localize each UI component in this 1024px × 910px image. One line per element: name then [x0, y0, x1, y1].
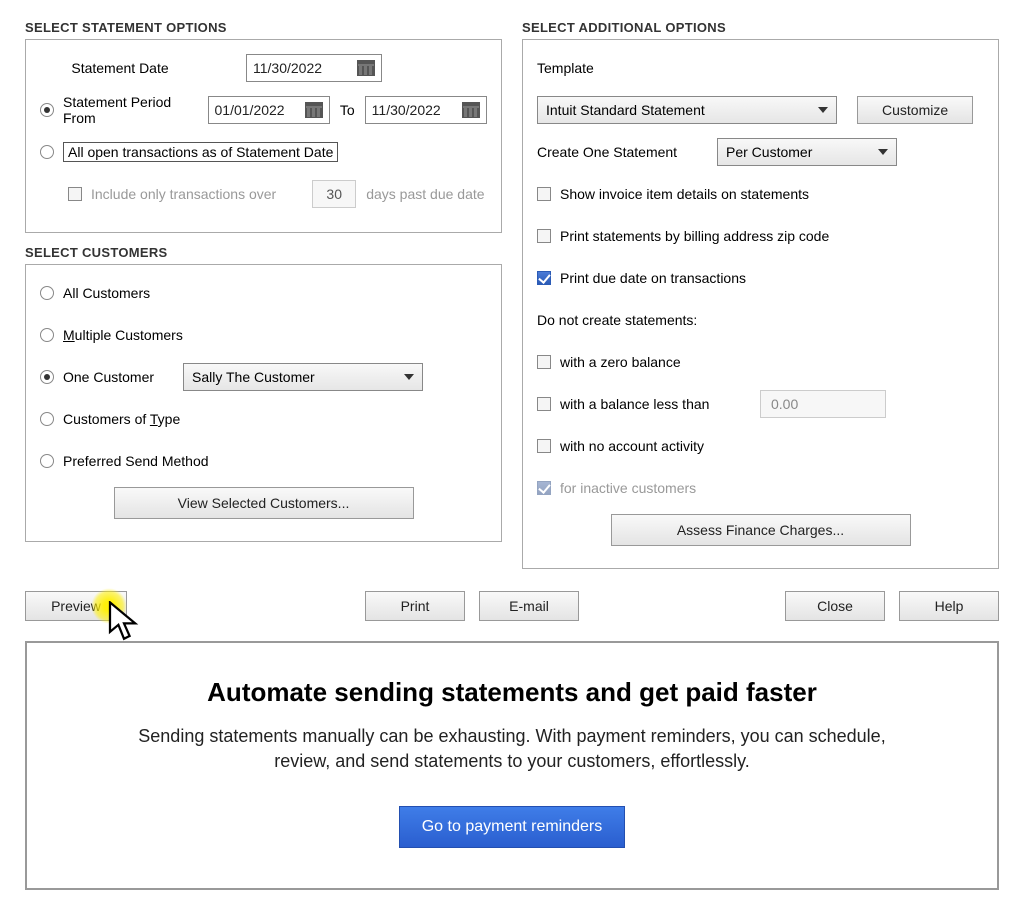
include-only-post: days past due date — [366, 186, 484, 202]
close-button[interactable]: Close — [785, 591, 885, 621]
statement-date-value: 11/30/2022 — [253, 60, 322, 76]
check-include-only — [68, 187, 82, 201]
no-activity-label: with no account activity — [560, 438, 704, 454]
all-open-label: All open transactions as of Statement Da… — [63, 142, 338, 162]
go-to-payment-reminders-button[interactable]: Go to payment reminders — [399, 806, 626, 848]
promo-headline: Automate sending statements and get paid… — [207, 677, 817, 708]
chevron-down-icon — [878, 149, 888, 155]
print-button[interactable]: Print — [365, 591, 465, 621]
check-print-due-date[interactable] — [537, 271, 551, 285]
action-row: Preview Print E-mail Close Help — [25, 591, 999, 621]
show-invoice-label: Show invoice item details on statements — [560, 186, 809, 202]
preferred-send-label: Preferred Send Method — [63, 453, 209, 469]
to-label: To — [340, 102, 355, 118]
calendar-icon[interactable] — [305, 102, 323, 118]
view-selected-customers-button[interactable]: View Selected Customers... — [114, 487, 414, 519]
template-value: Intuit Standard Statement — [546, 102, 705, 118]
preview-button[interactable]: Preview — [25, 591, 127, 621]
assess-finance-charges-button[interactable]: Assess Finance Charges... — [611, 514, 911, 546]
multiple-customers-label: Multiple Customers — [63, 327, 183, 343]
all-customers-label: All Customers — [63, 285, 150, 301]
email-button[interactable]: E-mail — [479, 591, 579, 621]
one-customer-label: One Customer — [63, 369, 183, 385]
radio-all-open[interactable] — [40, 145, 54, 159]
print-due-date-label: Print due date on transactions — [560, 270, 746, 286]
days-past-due-input: 30 — [312, 180, 356, 208]
radio-one-customer[interactable] — [40, 370, 54, 384]
create-one-label: Create One Statement — [537, 144, 717, 160]
radio-period-from[interactable] — [40, 103, 54, 117]
promo-body: Sending statements manually can be exhau… — [132, 724, 892, 774]
balance-less-label: with a balance less than — [560, 396, 760, 412]
check-balance-less[interactable] — [537, 397, 551, 411]
calendar-icon[interactable] — [357, 60, 375, 76]
radio-multiple-customers[interactable] — [40, 328, 54, 342]
radio-customers-of-type[interactable] — [40, 412, 54, 426]
period-from-value: 01/01/2022 — [215, 102, 285, 118]
customers-of-type-label: Customers of Type — [63, 411, 180, 427]
do-not-create-label: Do not create statements: — [537, 312, 697, 328]
balance-less-input[interactable]: 0.00 — [760, 390, 886, 418]
print-by-zip-label: Print statements by billing address zip … — [560, 228, 829, 244]
zero-balance-label: with a zero balance — [560, 354, 681, 370]
statement-date-input[interactable]: 11/30/2022 — [246, 54, 382, 82]
create-one-select[interactable]: Per Customer — [717, 138, 897, 166]
additional-options-title: SELECT ADDITIONAL OPTIONS — [522, 20, 999, 35]
statement-options-panel: Statement Date 11/30/2022 Statement Peri… — [25, 39, 502, 233]
help-button[interactable]: Help — [899, 591, 999, 621]
chevron-down-icon — [818, 107, 828, 113]
statement-date-label: Statement Date — [40, 60, 200, 76]
chevron-down-icon — [404, 374, 414, 380]
calendar-icon[interactable] — [462, 102, 480, 118]
one-customer-select[interactable]: Sally The Customer — [183, 363, 423, 391]
check-inactive — [537, 481, 551, 495]
period-to-input[interactable]: 11/30/2022 — [365, 96, 487, 124]
check-no-activity[interactable] — [537, 439, 551, 453]
template-select[interactable]: Intuit Standard Statement — [537, 96, 837, 124]
create-one-value: Per Customer — [726, 144, 812, 160]
period-from-label: Statement Period From — [63, 94, 192, 126]
select-customers-panel: All Customers Multiple Customers One Cus… — [25, 264, 502, 542]
statement-options-title: SELECT STATEMENT OPTIONS — [25, 20, 502, 35]
check-show-invoice[interactable] — [537, 187, 551, 201]
radio-all-customers[interactable] — [40, 286, 54, 300]
inactive-label: for inactive customers — [560, 480, 696, 496]
include-only-pre: Include only transactions over — [91, 186, 276, 202]
customize-button[interactable]: Customize — [857, 96, 973, 124]
promo-panel: Automate sending statements and get paid… — [25, 641, 999, 890]
template-label: Template — [537, 60, 594, 76]
check-print-by-zip[interactable] — [537, 229, 551, 243]
select-customers-title: SELECT CUSTOMERS — [25, 245, 502, 260]
additional-options-panel: Template Intuit Standard Statement Custo… — [522, 39, 999, 569]
check-zero-balance[interactable] — [537, 355, 551, 369]
period-from-input[interactable]: 01/01/2022 — [208, 96, 330, 124]
period-to-value: 11/30/2022 — [372, 102, 441, 118]
one-customer-value: Sally The Customer — [192, 369, 315, 385]
radio-preferred-send[interactable] — [40, 454, 54, 468]
